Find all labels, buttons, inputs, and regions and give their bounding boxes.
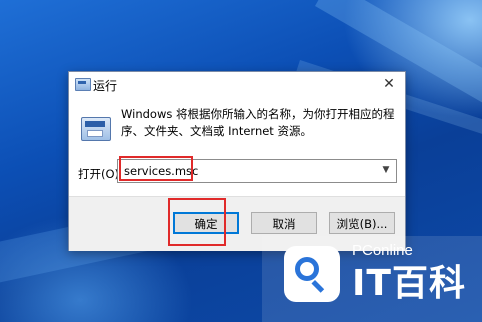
dialog-description: Windows 将根据你所输入的名称，为你打开相应的程序、文件夹、文档或 Int… — [121, 107, 395, 138]
run-app-icon — [81, 117, 111, 141]
title-bar[interactable]: 运行 ✕ — [69, 72, 405, 98]
close-icon: ✕ — [383, 76, 395, 92]
pconline-logo-icon — [284, 246, 340, 302]
cancel-button[interactable]: 取消 — [251, 212, 317, 234]
chevron-down-icon[interactable]: ▼ — [380, 163, 392, 177]
watermark-name: IT百科 — [352, 263, 466, 304]
ok-highlight-box — [168, 198, 226, 246]
run-dialog: 运行 ✕ Windows 将根据你所输入的名称，为你打开相应的程序、文件夹、文档… — [68, 71, 406, 251]
input-highlight-box — [119, 156, 193, 181]
browse-button[interactable]: 浏览(B)... — [329, 212, 395, 234]
close-button[interactable]: ✕ — [379, 74, 399, 94]
run-dialog-icon — [75, 78, 91, 91]
dialog-title: 运行 — [93, 79, 118, 93]
watermark-brand: PConline — [352, 242, 413, 259]
watermark: PConline IT百科 — [262, 236, 482, 322]
